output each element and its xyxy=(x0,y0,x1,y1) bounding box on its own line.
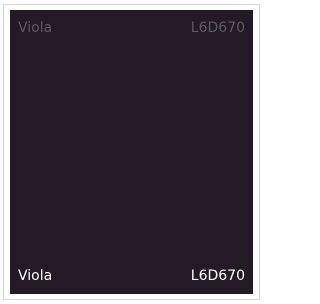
swatch-code-bottom: L6D670 xyxy=(190,268,245,284)
swatch-name-top: Viola xyxy=(18,20,53,36)
swatch-code-top: L6D670 xyxy=(190,20,245,36)
color-swatch-card[interactable]: Viola L6D670 Viola L6D670 xyxy=(3,4,260,300)
color-swatch[interactable]: Viola L6D670 Viola L6D670 xyxy=(10,10,253,294)
swatch-name-bottom: Viola xyxy=(18,268,53,284)
